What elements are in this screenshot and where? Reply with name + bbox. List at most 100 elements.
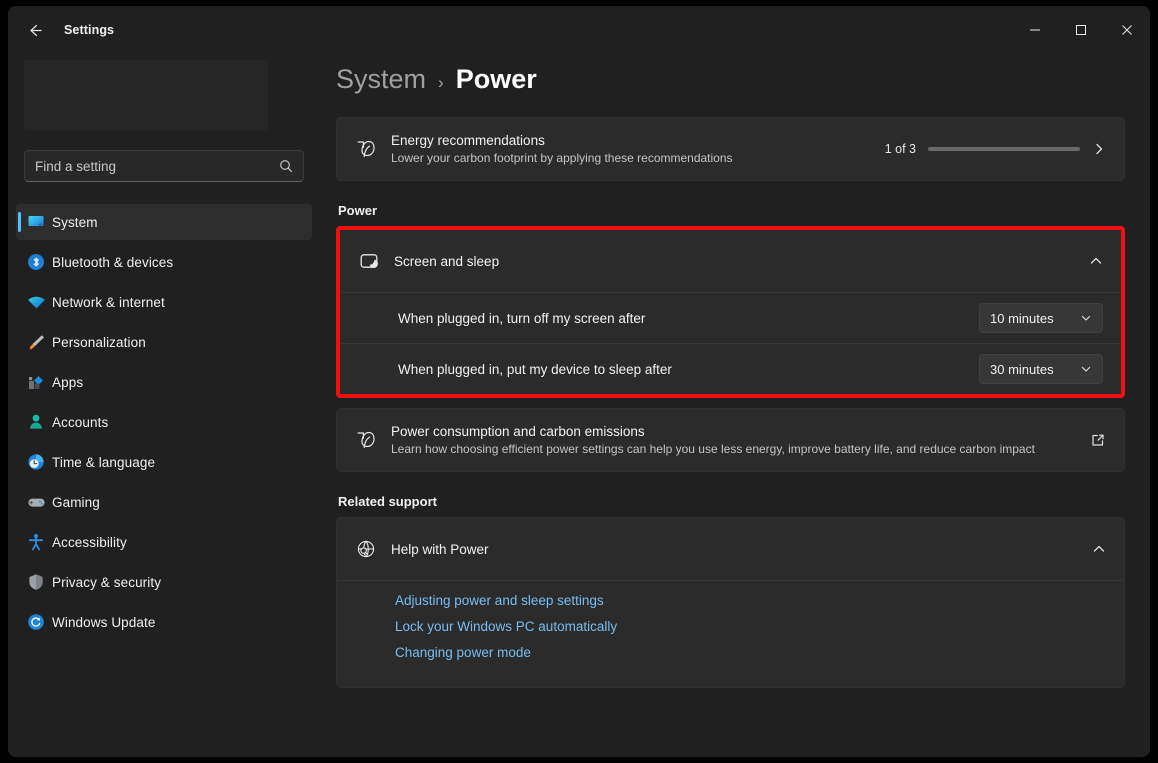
screen-and-sleep-trailing bbox=[1089, 254, 1103, 268]
globe-search-icon bbox=[355, 538, 391, 560]
sidebar-item-label: Accounts bbox=[52, 414, 109, 430]
back-button[interactable] bbox=[16, 15, 52, 45]
sidebar-item-label: Bluetooth & devices bbox=[52, 254, 174, 270]
user-profile-placeholder bbox=[24, 60, 268, 130]
monitor-icon bbox=[26, 212, 46, 232]
settings-window: Settings Find a setting System Bluetooth… bbox=[8, 6, 1150, 757]
sleep-after-dropdown[interactable]: 30 minutes bbox=[979, 354, 1103, 384]
support-link[interactable]: Lock your Windows PC automatically bbox=[395, 619, 617, 634]
update-refresh-icon bbox=[26, 612, 46, 632]
search-box[interactable] bbox=[24, 150, 304, 182]
energy-recommendations-row[interactable]: Energy recommendations Lower your carbon… bbox=[337, 118, 1124, 180]
sidebar-item-accounts[interactable]: Accounts bbox=[16, 404, 312, 440]
wifi-icon bbox=[26, 292, 46, 312]
support-link[interactable]: Changing power mode bbox=[395, 645, 531, 660]
sidebar-item-label: Time & language bbox=[52, 454, 156, 470]
screen-and-sleep-highlight: Screen and sleep When plugged in, turn o… bbox=[336, 226, 1125, 398]
maximize-icon bbox=[1076, 25, 1086, 35]
gamepad-icon bbox=[26, 492, 46, 512]
help-with-power-links: Adjusting power and sleep settings Lock … bbox=[337, 580, 1124, 687]
screen-and-sleep-header[interactable]: Screen and sleep bbox=[340, 230, 1121, 292]
monitor-sleep-icon bbox=[358, 250, 394, 272]
breadcrumb-parent[interactable]: System bbox=[336, 64, 426, 95]
minimize-button[interactable] bbox=[1012, 6, 1058, 54]
maximize-button[interactable] bbox=[1058, 6, 1104, 54]
help-with-power-texts: Help with Power bbox=[391, 542, 1092, 557]
person-icon bbox=[26, 412, 46, 432]
sidebar-item-label: Windows Update bbox=[52, 614, 156, 630]
sidebar-item-system[interactable]: System bbox=[16, 204, 312, 240]
clock-globe-icon bbox=[26, 452, 46, 472]
turn-off-screen-setting-row: When plugged in, turn off my screen afte… bbox=[340, 292, 1121, 343]
sidebar-item-apps[interactable]: Apps bbox=[16, 364, 312, 400]
turn-off-screen-value: 10 minutes bbox=[990, 310, 1054, 326]
close-button[interactable] bbox=[1104, 6, 1150, 54]
sidebar-item-time-language[interactable]: Time & language bbox=[16, 444, 312, 480]
sidebar-item-bluetooth-devices[interactable]: Bluetooth & devices bbox=[16, 244, 312, 280]
turn-off-screen-dropdown[interactable]: 10 minutes bbox=[979, 303, 1103, 333]
chevron-right-icon: › bbox=[438, 73, 444, 92]
breadcrumb: System › Power bbox=[336, 64, 1150, 95]
sidebar-item-gaming[interactable]: Gaming bbox=[16, 484, 312, 520]
sleep-after-label: When plugged in, put my device to sleep … bbox=[398, 361, 672, 377]
window-controls bbox=[1012, 6, 1150, 54]
chevron-down-icon bbox=[1080, 312, 1092, 324]
sidebar-item-label: Apps bbox=[52, 374, 84, 390]
energy-recommendations-subtitle: Lower your carbon footprint by applying … bbox=[391, 151, 733, 165]
power-consumption-row[interactable]: Power consumption and carbon emissions L… bbox=[337, 409, 1124, 471]
sidebar-item-label: Personalization bbox=[52, 334, 146, 350]
progress-label: 1 of 3 bbox=[884, 142, 916, 156]
accessibility-icon bbox=[26, 532, 46, 552]
power-consumption-subtitle: Learn how choosing efficient power setti… bbox=[391, 442, 1035, 456]
progress-bar bbox=[928, 147, 1080, 151]
support-link[interactable]: Adjusting power and sleep settings bbox=[395, 593, 604, 608]
help-with-power-header[interactable]: Help with Power bbox=[337, 518, 1124, 580]
screen-and-sleep-title: Screen and sleep bbox=[394, 253, 500, 269]
energy-recommendations-card[interactable]: Energy recommendations Lower your carbon… bbox=[336, 117, 1125, 181]
sleep-after-setting-row: When plugged in, put my device to sleep … bbox=[340, 343, 1121, 394]
sleep-after-value: 30 minutes bbox=[990, 361, 1054, 377]
sidebar-item-label: Privacy & security bbox=[52, 574, 162, 590]
sidebar-item-label: Gaming bbox=[52, 494, 100, 510]
chevron-up-icon[interactable] bbox=[1092, 542, 1106, 556]
chevron-down-icon bbox=[1080, 363, 1092, 375]
close-icon bbox=[1122, 25, 1132, 35]
sidebar-nav: System Bluetooth & devices Network & int… bbox=[16, 204, 312, 640]
help-with-power-title: Help with Power bbox=[391, 541, 489, 557]
related-support-heading: Related support bbox=[338, 494, 437, 509]
sidebar-item-label: Accessibility bbox=[52, 534, 127, 550]
paintbrush-icon bbox=[26, 332, 46, 352]
sidebar-item-accessibility[interactable]: Accessibility bbox=[16, 524, 312, 560]
search-icon bbox=[279, 159, 293, 173]
power-section-heading: Power bbox=[338, 203, 378, 218]
sidebar-item-privacy-security[interactable]: Privacy & security bbox=[16, 564, 312, 600]
turn-off-screen-label: When plugged in, turn off my screen afte… bbox=[398, 310, 646, 326]
power-consumption-card[interactable]: Power consumption and carbon emissions L… bbox=[336, 408, 1125, 472]
sidebar-item-network-internet[interactable]: Network & internet bbox=[16, 284, 312, 320]
power-consumption-texts: Power consumption and carbon emissions L… bbox=[391, 424, 1090, 456]
help-with-power-card: Help with Power Adjusting power and slee… bbox=[336, 517, 1125, 688]
sidebar-item-personalization[interactable]: Personalization bbox=[16, 324, 312, 360]
page-title: Power bbox=[455, 64, 537, 94]
content-area: System › Power Energy recommendations Lo… bbox=[320, 54, 1150, 757]
leaf-icon bbox=[355, 138, 391, 160]
screen-and-sleep-texts: Screen and sleep bbox=[394, 254, 1089, 269]
minimize-icon bbox=[1030, 29, 1040, 31]
title-bar: Settings bbox=[8, 6, 1150, 54]
power-consumption-trailing bbox=[1090, 432, 1106, 448]
leaf-icon bbox=[355, 429, 391, 451]
chevron-right-icon[interactable] bbox=[1092, 142, 1106, 156]
sidebar-item-windows-update[interactable]: Windows Update bbox=[16, 604, 312, 640]
energy-recommendations-title: Energy recommendations bbox=[391, 133, 545, 148]
sidebar: System Bluetooth & devices bbox=[8, 54, 320, 757]
screen-and-sleep-group: Screen and sleep When plugged in, turn o… bbox=[340, 230, 1121, 394]
apps-icon bbox=[26, 372, 46, 392]
app-title: Settings bbox=[64, 23, 115, 37]
open-external-icon[interactable] bbox=[1090, 432, 1106, 448]
sidebar-item-label: System bbox=[52, 214, 98, 230]
help-with-power-trailing bbox=[1092, 542, 1106, 556]
search-input[interactable] bbox=[35, 158, 279, 174]
energy-recommendations-texts: Energy recommendations Lower your carbon… bbox=[391, 133, 885, 165]
chevron-up-icon[interactable] bbox=[1089, 254, 1103, 268]
arrow-left-icon bbox=[29, 24, 42, 36]
